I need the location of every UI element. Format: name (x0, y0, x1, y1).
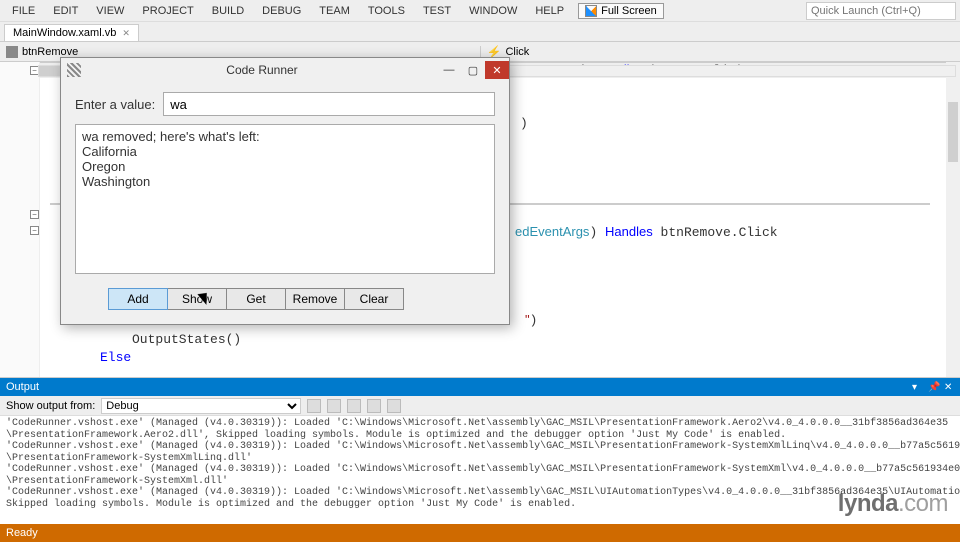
show-output-from-label: Show output from: (6, 400, 95, 412)
output-panel-header[interactable]: Output ▾ 📌 ✕ (0, 378, 960, 396)
app-icon (67, 63, 81, 77)
fullscreen-icon (585, 5, 597, 17)
menu-team[interactable]: TEAM (311, 2, 358, 20)
code-gutter (0, 62, 40, 377)
fullscreen-label: Full Screen (601, 5, 657, 17)
menu-file[interactable]: FILE (4, 2, 43, 20)
document-tab-strip: MainWindow.xaml.vb ✕ (0, 22, 960, 42)
menu-debug[interactable]: DEBUG (254, 2, 309, 20)
toolbar-icon[interactable] (367, 399, 381, 413)
close-icon[interactable]: ✕ (944, 382, 954, 392)
nav-member-dropdown[interactable]: ⚡ Click (481, 45, 960, 59)
dialog-titlebar[interactable]: Code Runner — ▢ ✕ (61, 58, 509, 82)
value-input[interactable] (163, 92, 495, 116)
code-text: Else (100, 350, 131, 365)
code-text: OutputStates() (132, 332, 241, 347)
close-button[interactable]: ✕ (485, 61, 509, 79)
input-label: Enter a value: (75, 97, 155, 112)
scrollbar-thumb[interactable] (948, 102, 958, 162)
menu-bar: FILE EDIT VIEW PROJECT BUILD DEBUG TEAM … (0, 0, 960, 22)
output-panel-title: Output (6, 381, 39, 393)
status-text: Ready (6, 527, 38, 539)
clear-button[interactable]: Clear (344, 288, 404, 310)
status-bar: Ready (0, 524, 960, 542)
menu-project[interactable]: PROJECT (134, 2, 201, 20)
menu-edit[interactable]: EDIT (45, 2, 86, 20)
nav-member-label: Click (505, 46, 529, 58)
menu-build[interactable]: BUILD (204, 2, 252, 20)
toolbar-icon[interactable] (307, 399, 321, 413)
close-tab-icon[interactable]: ✕ (122, 28, 130, 39)
window-position-icon[interactable]: ▾ (912, 382, 922, 392)
get-button[interactable]: Get (226, 288, 286, 310)
menu-help[interactable]: HELP (527, 2, 572, 20)
toolbar-icon[interactable] (327, 399, 341, 413)
code-runner-dialog: Code Runner — ▢ ✕ Enter a value: wa remo… (60, 57, 510, 325)
menu-test[interactable]: TEST (415, 2, 459, 20)
code-text: ) (520, 116, 528, 131)
nav-scope-label: btnRemove (22, 46, 78, 58)
code-text: ") (525, 312, 537, 328)
fold-toggle[interactable]: − (30, 210, 39, 219)
dialog-button-row: Add Show Get Remove Clear (109, 288, 495, 310)
watermark: lynda.com (838, 490, 948, 518)
toolbar-icon[interactable] (347, 399, 361, 413)
quick-launch-input[interactable] (806, 2, 956, 20)
menu-tools[interactable]: TOOLS (360, 2, 413, 20)
maximize-button[interactable]: ▢ (461, 61, 485, 79)
document-tab-label: MainWindow.xaml.vb (13, 27, 116, 39)
show-button[interactable]: Show (167, 288, 227, 310)
pin-icon[interactable]: 📌 (928, 382, 938, 392)
menu-view[interactable]: VIEW (88, 2, 132, 20)
dialog-body: Enter a value: wa removed; here's what's… (61, 82, 509, 324)
fold-toggle[interactable]: − (30, 226, 39, 235)
dialog-title: Code Runner (87, 63, 437, 77)
document-tab[interactable]: MainWindow.xaml.vb ✕ (4, 24, 139, 41)
fullscreen-button[interactable]: Full Screen (578, 3, 664, 19)
nav-scope-dropdown[interactable]: btnRemove (0, 46, 481, 58)
minimize-button[interactable]: — (437, 61, 461, 79)
toolbar-icon[interactable] (387, 399, 401, 413)
show-output-from-select[interactable]: Debug (101, 398, 301, 414)
code-text: edEventArgs) Handles btnRemove.Click (515, 224, 778, 240)
add-button[interactable]: Add (108, 288, 168, 310)
output-text[interactable]: 'CodeRunner.vshost.exe' (Managed (v4.0.3… (0, 416, 960, 524)
menu-window[interactable]: WINDOW (461, 2, 525, 20)
output-box[interactable]: wa removed; here's what's left: Californ… (75, 124, 495, 274)
class-icon (6, 46, 18, 58)
output-toolbar: Show output from: Debug (0, 396, 960, 416)
remove-button[interactable]: Remove (285, 288, 345, 310)
code-vertical-scrollbar[interactable] (946, 62, 960, 377)
